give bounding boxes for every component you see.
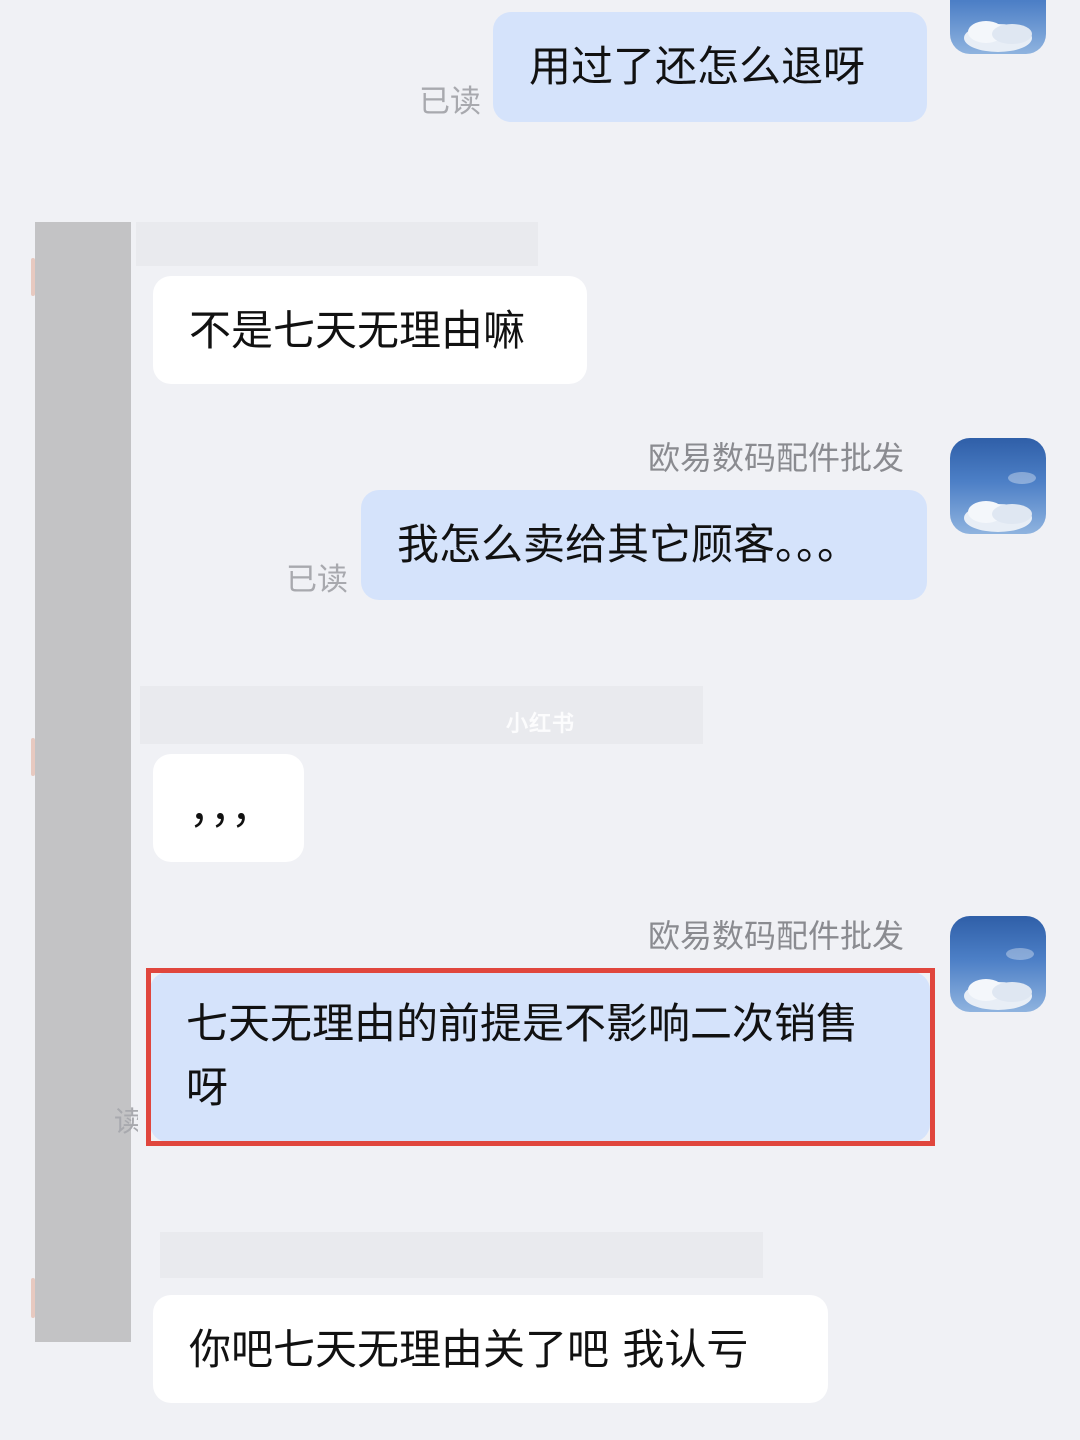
sender-avatar-icon[interactable] xyxy=(950,438,1046,534)
sender-name: 欧易数码配件批发 xyxy=(648,439,905,477)
redacted-avatar-column xyxy=(35,222,131,1342)
message-bubble-outgoing[interactable]: 我怎么卖给其它顾客。。。 xyxy=(361,490,927,600)
message-text: 不是七天无理由嘛 xyxy=(189,306,526,355)
sender-avatar-icon[interactable] xyxy=(950,0,1046,54)
highlight-annotation-box xyxy=(146,968,935,1146)
message-bubble-incoming[interactable]: 不是七天无理由嘛 xyxy=(153,276,587,384)
read-status: 已读 xyxy=(286,562,348,598)
sender-name: 欧易数码配件批发 xyxy=(648,917,905,955)
message-text: 你吧七天无理由关了吧 我认亏 xyxy=(189,1325,749,1374)
edge-mark xyxy=(31,258,35,296)
redacted-sender-name xyxy=(160,1232,763,1278)
message-bubble-incoming[interactable]: ，，， xyxy=(153,754,304,862)
message-bubble-incoming[interactable]: 你吧七天无理由关了吧 我认亏 xyxy=(153,1295,828,1403)
edge-mark xyxy=(31,738,35,776)
edge-mark xyxy=(31,1278,35,1318)
watermark: 小红书 xyxy=(506,712,576,737)
chat-conversation: 用过了还怎么退呀 已读 不是七天无理由嘛 欧易数码配件批发 我怎么卖给其它顾客。… xyxy=(0,0,1080,1440)
message-bubble-outgoing[interactable]: 用过了还怎么退呀 xyxy=(493,12,927,122)
redacted-sender-name xyxy=(136,222,538,266)
message-text: 我怎么卖给其它顾客。。。 xyxy=(397,520,860,569)
redacted-sender-name xyxy=(140,686,703,744)
read-status-fragment: 读 xyxy=(114,1105,138,1138)
message-text: ，，， xyxy=(189,784,274,833)
read-status: 已读 xyxy=(419,84,481,120)
sender-avatar-icon[interactable] xyxy=(950,916,1046,1012)
message-text: 用过了还怎么退呀 xyxy=(529,42,866,91)
